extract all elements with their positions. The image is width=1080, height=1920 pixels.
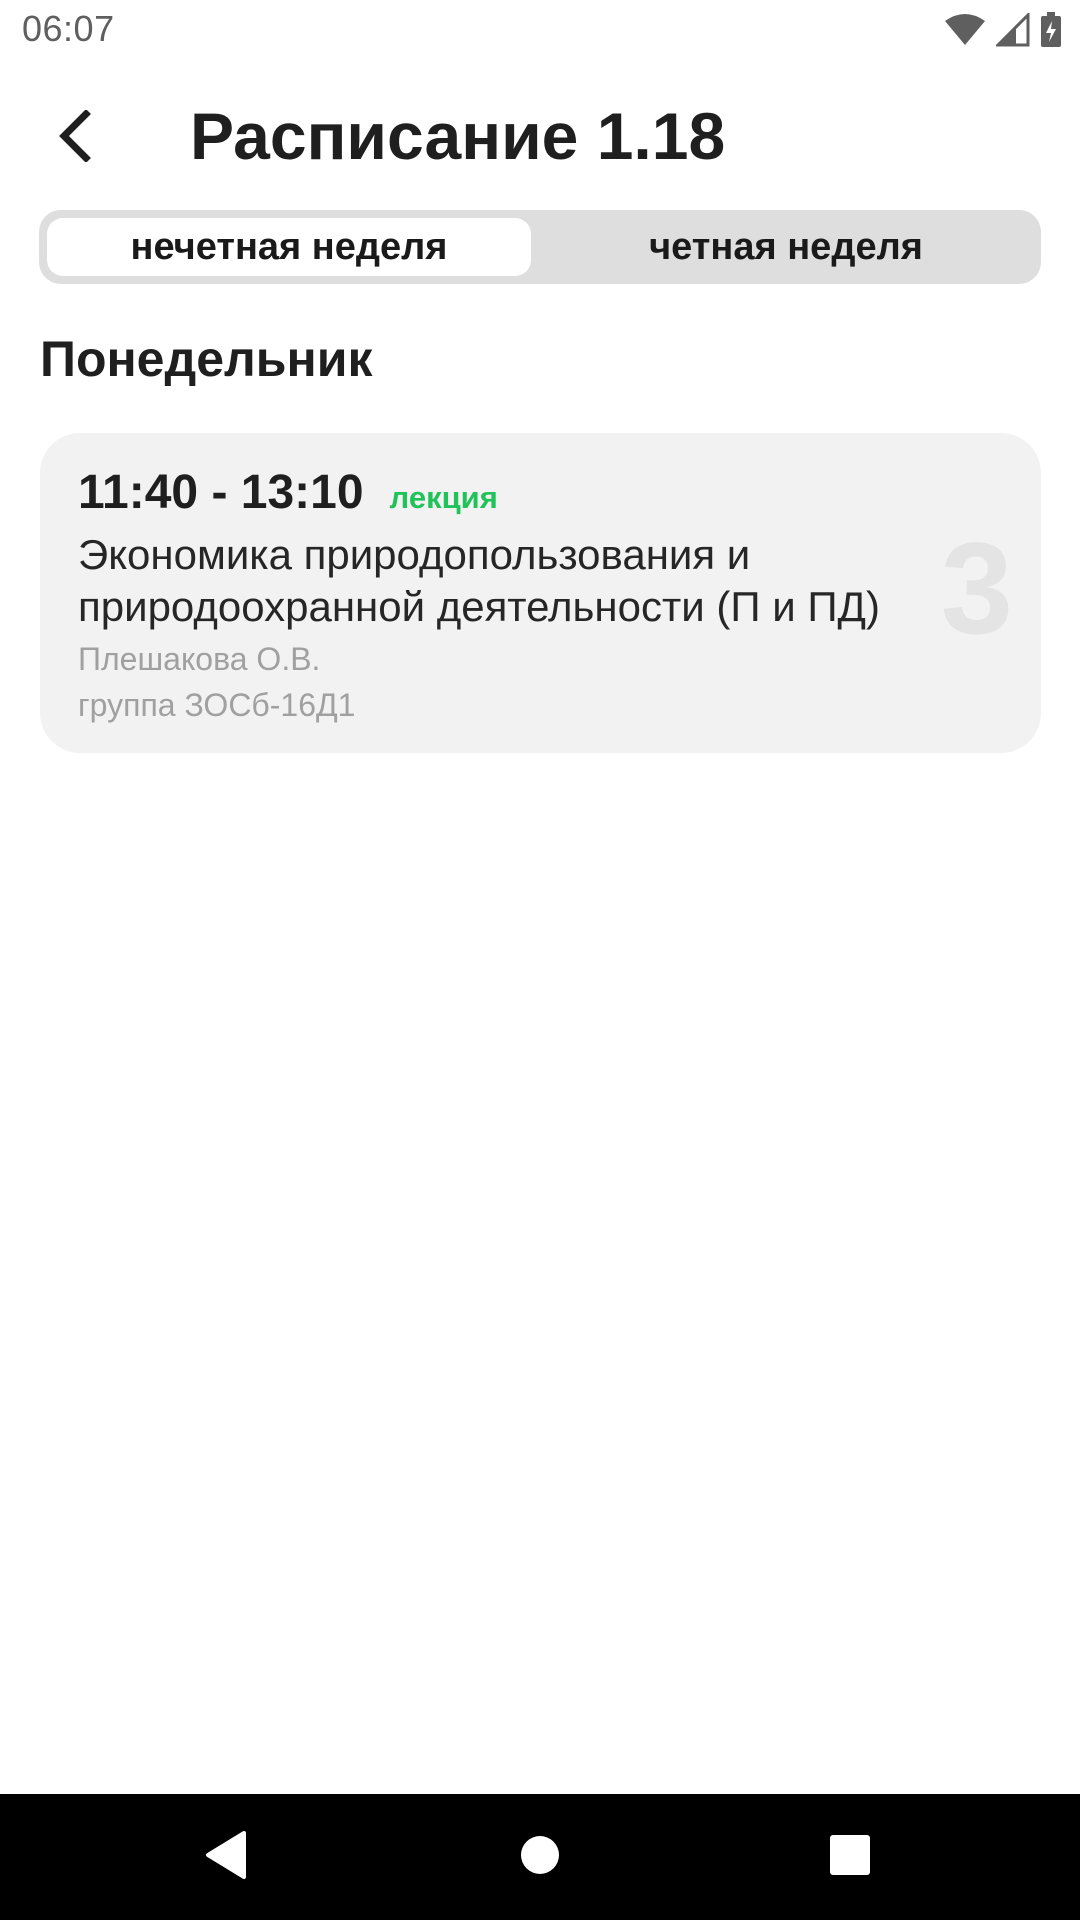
app-header: Расписание 1.18 [0,70,1080,210]
nav-recents-button[interactable] [818,1825,882,1889]
week-toggle: нечетная неделя четная неделя [39,210,1041,284]
wifi-icon [944,13,986,52]
lesson-group: группа ЗОСб-16Д1 [78,687,356,723]
lesson-title: Экономика природопользования и природоох… [78,531,880,630]
status-icons [944,10,1062,53]
tab-even-week[interactable]: четная неделя [539,218,1033,276]
page-title: Расписание 1.18 [190,99,726,173]
lesson-time: 11:40 - 13:10 [78,466,364,519]
chevron-left-icon [54,108,94,167]
lesson-time-row: 11:40 - 13:10 лекция [78,465,498,520]
lesson-type-badge: лекция [389,480,498,515]
back-triangle-icon [204,1830,248,1884]
status-time: 06:07 [22,8,115,49]
battery-charging-icon [1040,11,1062,53]
nav-home-button[interactable] [508,1825,572,1889]
back-button[interactable] [36,100,112,176]
lesson-teacher: Плешакова О.В. [78,641,321,677]
home-circle-icon [520,1835,560,1880]
nav-back-button[interactable] [194,1825,258,1889]
status-bar: 06:07 [0,0,1080,63]
tab-odd-week[interactable]: нечетная неделя [47,218,531,276]
recents-square-icon [830,1834,870,1880]
lesson-card[interactable]: 3 11:40 - 13:10 лекция Экономика природо… [40,433,1041,753]
cellular-signal-icon [994,10,1030,52]
system-nav-bar [0,1794,1080,1920]
day-heading: Понедельник [40,331,373,387]
